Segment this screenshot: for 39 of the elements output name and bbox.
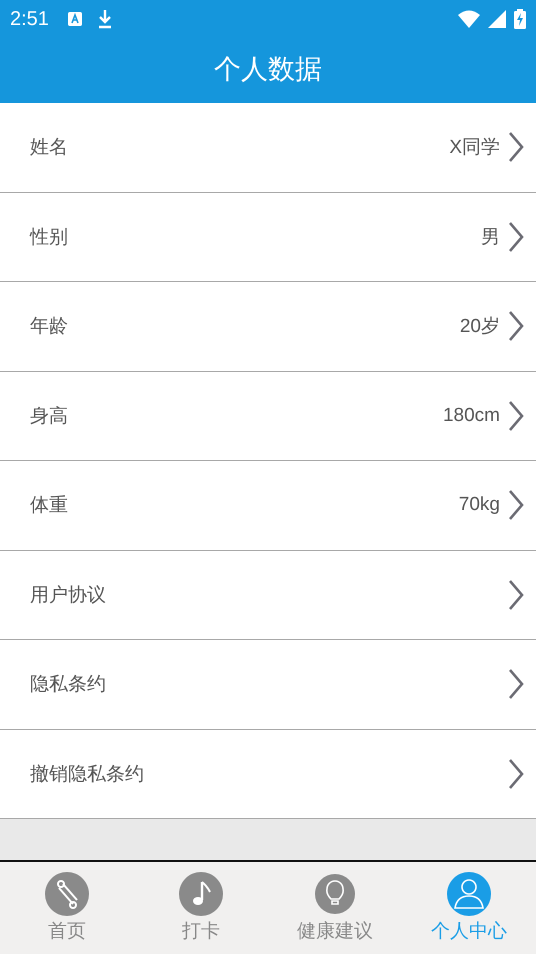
paperclip-icon <box>45 872 89 916</box>
chevron-right-icon <box>508 131 524 164</box>
settings-row[interactable]: 用户协议 <box>0 550 536 640</box>
keyboard-notification-icon <box>66 11 83 27</box>
battery-charging-icon <box>514 9 526 29</box>
row-label: 年龄 <box>30 314 68 340</box>
settings-row[interactable]: 年龄 20岁 <box>0 282 536 372</box>
row-label: 体重 <box>30 493 68 518</box>
chevron-right-icon <box>508 489 524 522</box>
row-value: 70kg <box>458 494 500 516</box>
signal-icon <box>488 10 506 28</box>
settings-row[interactable]: 隐私条约 <box>0 640 536 730</box>
row-label: 隐私条约 <box>30 672 106 698</box>
row-label: 性别 <box>30 224 68 250</box>
settings-row[interactable]: 性别 男 <box>0 192 536 282</box>
music-note-icon <box>179 872 223 916</box>
row-value: X同学 <box>449 136 500 160</box>
row-label: 姓名 <box>30 135 68 160</box>
settings-row[interactable]: 身高 180cm <box>0 372 536 461</box>
chevron-right-icon <box>508 400 524 432</box>
download-icon <box>96 9 113 29</box>
wifi-icon <box>458 10 480 28</box>
page-title: 个人数据 <box>213 52 323 86</box>
chevron-right-icon <box>508 310 524 342</box>
row-value: 180cm <box>442 404 500 427</box>
chevron-right-icon <box>508 220 524 253</box>
person-icon <box>447 872 491 916</box>
row-label: 撤销隐私条约 <box>30 762 144 787</box>
row-label: 用户协议 <box>30 582 106 608</box>
status-time: 2:51 <box>10 8 49 30</box>
lightbulb-icon <box>313 872 357 916</box>
row-label: 身高 <box>30 404 68 429</box>
chevron-right-icon <box>508 668 524 700</box>
chevron-right-icon <box>508 578 524 611</box>
row-value: 20岁 <box>460 315 500 340</box>
settings-row[interactable]: 体重 70kg <box>0 461 536 550</box>
row-value: 男 <box>481 226 500 250</box>
settings-row[interactable]: 姓名 X同学 <box>0 103 536 192</box>
chevron-right-icon <box>508 758 524 790</box>
